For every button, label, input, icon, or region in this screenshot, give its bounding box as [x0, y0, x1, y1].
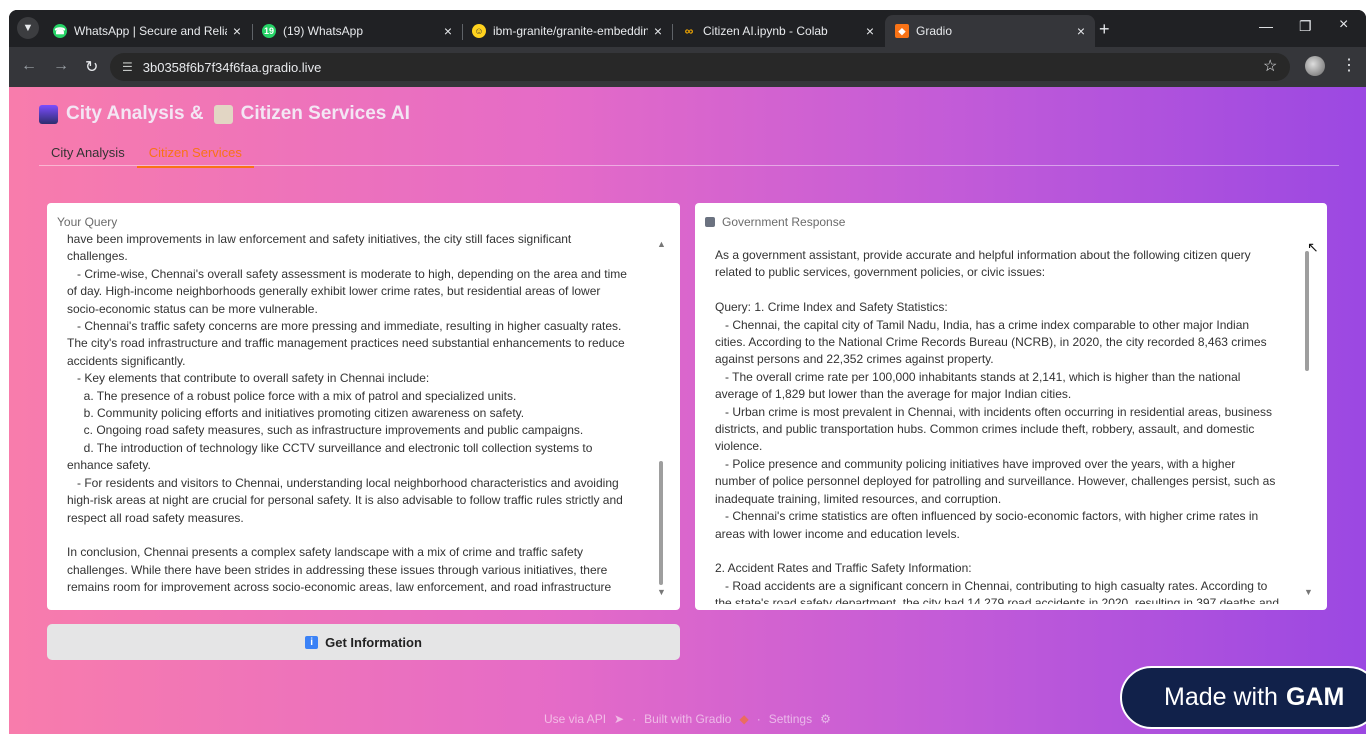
footer-separator: · — [756, 712, 761, 726]
badge-brand: GAM — [1285, 683, 1345, 711]
close-icon[interactable]: × — [654, 23, 662, 39]
scroll-down-icon[interactable]: ▼ — [1304, 587, 1313, 597]
close-icon[interactable]: × — [444, 23, 452, 39]
title-text-city-analysis: City Analysis & — [66, 103, 204, 124]
whatsapp-badge-icon: 19 — [262, 24, 276, 38]
bookmark-star-icon[interactable]: ☆ — [1263, 56, 1277, 76]
government-building-icon — [213, 104, 233, 124]
browser-tab-whatsapp[interactable]: ☎ WhatsApp | Secure and Reliable × — [43, 15, 251, 47]
scroll-down-icon[interactable]: ▼ — [657, 587, 666, 597]
tab-title: ibm-granite/granite-embeddin — [493, 24, 648, 38]
built-with-gradio-link[interactable]: Built with Gradio — [644, 712, 731, 726]
window-close-icon[interactable]: × — [1339, 16, 1348, 34]
use-via-api-link[interactable]: Use via API — [544, 712, 606, 726]
badge-prefix: Made with — [1164, 683, 1278, 711]
response-textarea[interactable]: As a government assistant, provide accur… — [715, 247, 1289, 604]
site-settings-icon[interactable]: ☰ — [122, 60, 133, 74]
colab-icon: ∞ — [684, 24, 694, 38]
query-textarea[interactable]: have been improvements in law enforcemen… — [67, 231, 642, 592]
page-title: City Analysis & Citizen Services AI — [39, 103, 410, 125]
query-scrollbar[interactable] — [659, 461, 663, 585]
scroll-up-icon[interactable]: ▲ — [657, 239, 666, 249]
browser-toolbar: ← → ↻ ☰ 3b0358f6b7f34f6faa.gradio.live ☆… — [9, 47, 1366, 87]
gradio-icon: ◆ — [895, 24, 909, 38]
minimize-icon[interactable]: — — [1259, 18, 1273, 34]
response-scrollbar[interactable] — [1305, 251, 1309, 371]
address-bar[interactable]: ☰ 3b0358f6b7f34f6faa.gradio.live — [110, 53, 1290, 81]
gradio-footer: Use via API ➤ · Built with Gradio ◆ · Se… — [544, 712, 831, 726]
back-arrow-icon[interactable]: ← — [21, 57, 37, 75]
browser-tab-huggingface[interactable]: ☺ ibm-granite/granite-embeddin × — [462, 15, 672, 47]
mouse-cursor-icon: ↖ — [1307, 239, 1319, 255]
browser-window: ▼ ☎ WhatsApp | Secure and Reliable × 19 … — [9, 10, 1366, 734]
menu-kebab-icon[interactable]: ⋮ — [1341, 55, 1357, 75]
query-label: Your Query — [57, 215, 118, 229]
government-icon — [705, 217, 715, 227]
whatsapp-icon: ☎ — [53, 24, 67, 38]
close-icon[interactable]: × — [1077, 23, 1085, 39]
url-text: 3b0358f6b7f34f6faa.gradio.live — [142, 59, 322, 75]
title-text-citizen-services: Citizen Services AI — [240, 103, 410, 124]
query-panel: Your Query have been improvements in law… — [47, 203, 680, 610]
browser-tab-gradio[interactable]: ◆ Gradio × — [885, 15, 1095, 47]
reload-icon[interactable]: ↻ — [85, 57, 98, 77]
forward-arrow-icon[interactable]: → — [53, 57, 69, 75]
tab-search-chevron-icon[interactable]: ▼ — [17, 17, 39, 39]
tab-title: WhatsApp | Secure and Reliable — [74, 24, 227, 38]
made-with-gamma-badge[interactable]: Made with GAM — [1120, 666, 1366, 729]
huggingface-icon: ☺ — [472, 24, 486, 38]
tab-title: Citizen AI.ipynb - Colab — [703, 24, 828, 38]
gear-icon: ⚙ — [820, 712, 831, 726]
info-icon: i — [305, 635, 319, 649]
response-label: Government Response — [722, 215, 846, 229]
close-icon[interactable]: × — [233, 23, 241, 39]
new-tab-plus-icon[interactable]: + — [1099, 19, 1110, 40]
get-information-button[interactable]: i Get Information — [47, 624, 680, 660]
browser-tab-whatsapp-2[interactable]: 19 (19) WhatsApp × — [252, 15, 462, 47]
rocket-icon: ➤ — [614, 712, 625, 726]
tab-strip: ▼ ☎ WhatsApp | Secure and Reliable × 19 … — [9, 10, 1366, 47]
tab-title: (19) WhatsApp — [283, 24, 364, 38]
footer-separator: · — [632, 712, 637, 726]
close-icon[interactable]: × — [866, 23, 874, 39]
response-panel: Government Response As a government assi… — [695, 203, 1327, 610]
settings-link[interactable]: Settings — [769, 712, 812, 726]
tab-title: Gradio — [916, 24, 953, 38]
gradio-page: City Analysis & Citizen Services AI City… — [9, 87, 1366, 734]
city-skyline-icon — [39, 104, 58, 124]
button-label: Get Information — [325, 634, 422, 650]
browser-tab-colab[interactable]: ∞ Citizen AI.ipynb - Colab × — [672, 15, 884, 47]
tab-divider — [39, 165, 1339, 166]
profile-avatar[interactable] — [1305, 56, 1325, 76]
gradio-logo-icon: ◆ — [739, 712, 749, 726]
restore-icon[interactable]: ❐ — [1299, 18, 1312, 35]
response-label-wrap: Government Response — [705, 215, 845, 229]
